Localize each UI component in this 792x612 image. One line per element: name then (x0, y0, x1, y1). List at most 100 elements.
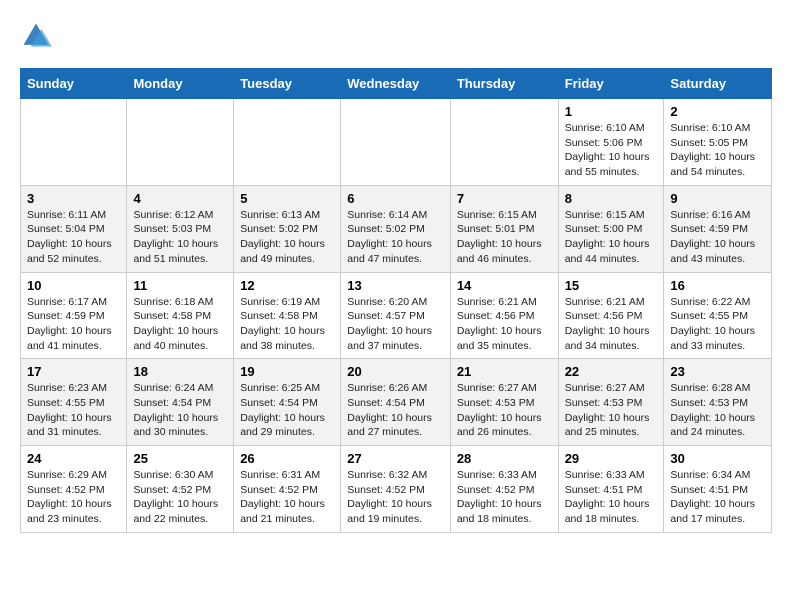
calendar-cell: 26Sunrise: 6:31 AM Sunset: 4:52 PM Dayli… (234, 446, 341, 533)
day-number: 6 (347, 191, 444, 206)
column-header-saturday: Saturday (664, 69, 772, 99)
day-info: Sunrise: 6:29 AM Sunset: 4:52 PM Dayligh… (27, 468, 120, 527)
day-number: 21 (457, 364, 552, 379)
calendar-table: SundayMondayTuesdayWednesdayThursdayFrid… (20, 68, 772, 533)
day-info: Sunrise: 6:25 AM Sunset: 4:54 PM Dayligh… (240, 381, 334, 440)
day-info: Sunrise: 6:13 AM Sunset: 5:02 PM Dayligh… (240, 208, 334, 267)
day-number: 10 (27, 278, 120, 293)
day-info: Sunrise: 6:20 AM Sunset: 4:57 PM Dayligh… (347, 295, 444, 354)
day-info: Sunrise: 6:33 AM Sunset: 4:52 PM Dayligh… (457, 468, 552, 527)
calendar-row: 24 Sunrise: 6:29 AM Sunset: 4:52 PM Dayli… (21, 446, 772, 533)
calendar-cell: 11 Sunrise: 6:18 AM Sunset: 4:58 PM Dayli… (127, 272, 234, 359)
day-number: 15 (565, 278, 658, 293)
day-info: Sunrise: 6:32 AM Sunset: 4:52 PM Dayligh… (347, 468, 444, 527)
day-number: 12 (240, 278, 334, 293)
calendar-cell: 25 Sunrise: 6:30 AM Sunset: 4:52 PM Dayli… (127, 446, 234, 533)
calendar-cell: 10 Sunrise: 6:17 AM Sunset: 4:59 PM Dayli… (21, 272, 127, 359)
day-number: 27 (347, 451, 444, 466)
day-number: 19 (240, 364, 334, 379)
calendar-cell: 2Sunrise: 6:10 AM Sunset: 5:05 PM Daylig… (664, 99, 772, 186)
day-info: Sunrise: 6:22 AM Sunset: 4:55 PM Dayligh… (670, 295, 765, 354)
day-number: 25 (133, 451, 227, 466)
calendar-row: 17Sunrise: 6:23 AM Sunset: 4:55 PM Dayli… (21, 359, 772, 446)
day-number: 20 (347, 364, 444, 379)
calendar-cell: 7Sunrise: 6:15 AM Sunset: 5:01 PM Daylig… (450, 185, 558, 272)
calendar-cell (21, 99, 127, 186)
calendar-cell: 23 Sunrise: 6:28 AM Sunset: 4:53 PM Dayli… (664, 359, 772, 446)
day-number: 4 (133, 191, 227, 206)
day-info: Sunrise: 6:10 AM Sunset: 5:06 PM Dayligh… (565, 121, 658, 180)
calendar-cell: 19 Sunrise: 6:25 AM Sunset: 4:54 PM Dayli… (234, 359, 341, 446)
day-number: 29 (565, 451, 658, 466)
calendar-cell: 28 Sunrise: 6:33 AM Sunset: 4:52 PM Dayli… (450, 446, 558, 533)
logo (20, 20, 58, 52)
calendar-cell: 18Sunrise: 6:24 AM Sunset: 4:54 PM Dayli… (127, 359, 234, 446)
day-info: Sunrise: 6:15 AM Sunset: 5:00 PM Dayligh… (565, 208, 658, 267)
logo-icon (20, 20, 52, 52)
calendar-cell: 27 Sunrise: 6:32 AM Sunset: 4:52 PM Dayli… (341, 446, 451, 533)
day-number: 11 (133, 278, 227, 293)
day-info: Sunrise: 6:28 AM Sunset: 4:53 PM Dayligh… (670, 381, 765, 440)
day-info: Sunrise: 6:30 AM Sunset: 4:52 PM Dayligh… (133, 468, 227, 527)
day-number: 22 (565, 364, 658, 379)
column-header-thursday: Thursday (450, 69, 558, 99)
calendar-cell: 9 Sunrise: 6:16 AM Sunset: 4:59 PM Daylig… (664, 185, 772, 272)
calendar-cell: 13 Sunrise: 6:20 AM Sunset: 4:57 PM Dayli… (341, 272, 451, 359)
column-header-friday: Friday (558, 69, 664, 99)
day-info: Sunrise: 6:17 AM Sunset: 4:59 PM Dayligh… (27, 295, 120, 354)
day-number: 23 (670, 364, 765, 379)
calendar-cell: 8Sunrise: 6:15 AM Sunset: 5:00 PM Daylig… (558, 185, 664, 272)
day-number: 30 (670, 451, 765, 466)
calendar-cell: 12 Sunrise: 6:19 AM Sunset: 4:58 PM Dayli… (234, 272, 341, 359)
day-info: Sunrise: 6:15 AM Sunset: 5:01 PM Dayligh… (457, 208, 552, 267)
calendar-cell (341, 99, 451, 186)
calendar-cell: 5 Sunrise: 6:13 AM Sunset: 5:02 PM Daylig… (234, 185, 341, 272)
day-number: 5 (240, 191, 334, 206)
calendar-cell: 15 Sunrise: 6:21 AM Sunset: 4:56 PM Dayli… (558, 272, 664, 359)
calendar-cell (127, 99, 234, 186)
day-info: Sunrise: 6:21 AM Sunset: 4:56 PM Dayligh… (565, 295, 658, 354)
day-info: Sunrise: 6:26 AM Sunset: 4:54 PM Dayligh… (347, 381, 444, 440)
day-info: Sunrise: 6:16 AM Sunset: 4:59 PM Dayligh… (670, 208, 765, 267)
day-info: Sunrise: 6:11 AM Sunset: 5:04 PM Dayligh… (27, 208, 120, 267)
day-number: 9 (670, 191, 765, 206)
page-header (20, 20, 772, 52)
calendar-cell: 21 Sunrise: 6:27 AM Sunset: 4:53 PM Dayli… (450, 359, 558, 446)
day-number: 13 (347, 278, 444, 293)
day-number: 2 (670, 104, 765, 119)
day-info: Sunrise: 6:33 AM Sunset: 4:51 PM Dayligh… (565, 468, 658, 527)
day-info: Sunrise: 6:27 AM Sunset: 4:53 PM Dayligh… (565, 381, 658, 440)
day-info: Sunrise: 6:34 AM Sunset: 4:51 PM Dayligh… (670, 468, 765, 527)
calendar-cell: 30 Sunrise: 6:34 AM Sunset: 4:51 PM Dayli… (664, 446, 772, 533)
calendar-row: 3 Sunrise: 6:11 AM Sunset: 5:04 PM Daylig… (21, 185, 772, 272)
calendar-cell: 4 Sunrise: 6:12 AM Sunset: 5:03 PM Daylig… (127, 185, 234, 272)
calendar-cell: 20 Sunrise: 6:26 AM Sunset: 4:54 PM Dayli… (341, 359, 451, 446)
day-number: 3 (27, 191, 120, 206)
day-number: 1 (565, 104, 658, 119)
column-header-monday: Monday (127, 69, 234, 99)
column-header-sunday: Sunday (21, 69, 127, 99)
calendar-cell: 1 Sunrise: 6:10 AM Sunset: 5:06 PM Daylig… (558, 99, 664, 186)
day-number: 28 (457, 451, 552, 466)
calendar-header-row: SundayMondayTuesdayWednesdayThursdayFrid… (21, 69, 772, 99)
column-header-wednesday: Wednesday (341, 69, 451, 99)
day-info: Sunrise: 6:31 AM Sunset: 4:52 PM Dayligh… (240, 468, 334, 527)
day-info: Sunrise: 6:12 AM Sunset: 5:03 PM Dayligh… (133, 208, 227, 267)
day-info: Sunrise: 6:19 AM Sunset: 4:58 PM Dayligh… (240, 295, 334, 354)
day-number: 14 (457, 278, 552, 293)
day-info: Sunrise: 6:23 AM Sunset: 4:55 PM Dayligh… (27, 381, 120, 440)
calendar-cell: 3 Sunrise: 6:11 AM Sunset: 5:04 PM Daylig… (21, 185, 127, 272)
calendar-cell: 24 Sunrise: 6:29 AM Sunset: 4:52 PM Dayli… (21, 446, 127, 533)
day-info: Sunrise: 6:18 AM Sunset: 4:58 PM Dayligh… (133, 295, 227, 354)
day-info: Sunrise: 6:27 AM Sunset: 4:53 PM Dayligh… (457, 381, 552, 440)
calendar-cell: 6Sunrise: 6:14 AM Sunset: 5:02 PM Daylig… (341, 185, 451, 272)
calendar-cell: 17Sunrise: 6:23 AM Sunset: 4:55 PM Dayli… (21, 359, 127, 446)
calendar-row: 10 Sunrise: 6:17 AM Sunset: 4:59 PM Dayli… (21, 272, 772, 359)
calendar-cell (450, 99, 558, 186)
day-number: 24 (27, 451, 120, 466)
calendar-cell: 14Sunrise: 6:21 AM Sunset: 4:56 PM Dayli… (450, 272, 558, 359)
calendar-cell: 16 Sunrise: 6:22 AM Sunset: 4:55 PM Dayli… (664, 272, 772, 359)
day-number: 16 (670, 278, 765, 293)
calendar-cell: 29 Sunrise: 6:33 AM Sunset: 4:51 PM Dayli… (558, 446, 664, 533)
column-header-tuesday: Tuesday (234, 69, 341, 99)
